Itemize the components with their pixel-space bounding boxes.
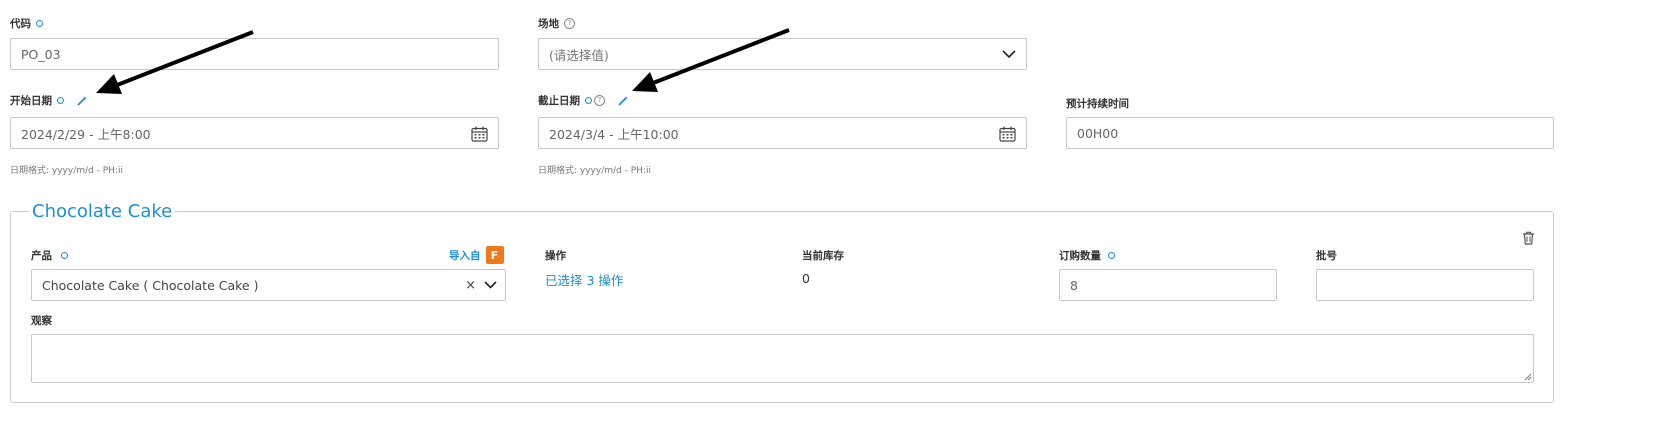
trash-icon[interactable] bbox=[1522, 231, 1535, 245]
required-dot-icon bbox=[61, 252, 68, 259]
import-from-link[interactable]: 导入自 F bbox=[449, 246, 504, 264]
import-f-icon: F bbox=[485, 246, 504, 264]
operations-label-text: 操作 bbox=[545, 250, 566, 262]
required-dot-icon bbox=[1108, 252, 1115, 259]
operations-label: 操作 bbox=[545, 248, 566, 263]
observe-label-text: 观察 bbox=[31, 315, 52, 327]
chevron-down-icon[interactable] bbox=[484, 281, 497, 289]
observe-label: 观察 bbox=[31, 313, 52, 328]
product-select[interactable]: Chocolate Cake ( Chocolate Cake ) × bbox=[31, 269, 506, 301]
stock-label: 当前库存 bbox=[802, 248, 844, 263]
batch-label: 批号 bbox=[1316, 248, 1337, 263]
stock-value: 0 bbox=[802, 271, 810, 286]
quantity-label-text: 订购数量 bbox=[1059, 250, 1101, 262]
quantity-label: 订购数量 bbox=[1059, 248, 1115, 263]
clear-icon[interactable]: × bbox=[465, 278, 476, 293]
batch-input[interactable] bbox=[1316, 269, 1534, 301]
observe-textarea[interactable] bbox=[31, 334, 1534, 383]
product-label-text: 产品 bbox=[31, 250, 52, 262]
quantity-input[interactable]: 8 bbox=[1059, 269, 1277, 301]
stock-label-text: 当前库存 bbox=[802, 250, 844, 262]
product-value: Chocolate Cake ( Chocolate Cake ) bbox=[42, 277, 259, 293]
section-legend: Chocolate Cake bbox=[29, 201, 176, 222]
product-label: 产品 bbox=[31, 248, 68, 263]
resize-handle-icon[interactable] bbox=[1524, 373, 1532, 381]
operations-link[interactable]: 已选择 3 操作 bbox=[545, 270, 623, 289]
batch-label-text: 批号 bbox=[1316, 250, 1337, 262]
import-label: 导入自 bbox=[449, 249, 481, 262]
quantity-value: 8 bbox=[1070, 277, 1078, 293]
